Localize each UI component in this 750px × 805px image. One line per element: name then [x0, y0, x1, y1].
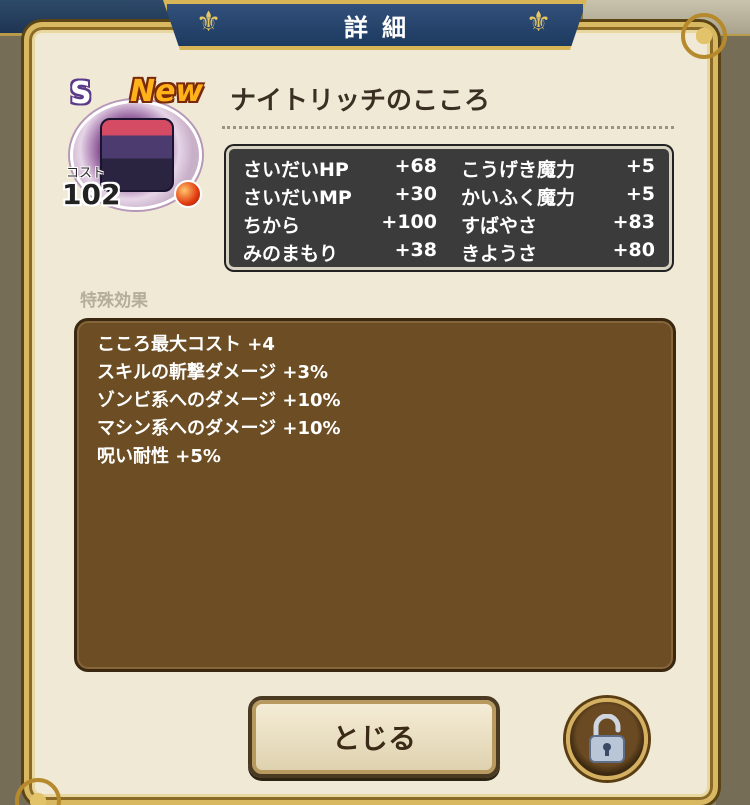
- dialog-title: 詳細: [344, 13, 420, 42]
- special-effects-title: 特殊効果: [80, 291, 148, 311]
- stats-row: さいだいHP +68 こうげき魔力 +5: [243, 154, 655, 182]
- stat-value: +5: [625, 182, 655, 205]
- effect-line: 呪い耐性 +5%: [97, 446, 221, 467]
- background-right: [716, 36, 750, 805]
- fleur-de-lis-icon: ⚜: [196, 5, 222, 38]
- rank-badge: S: [70, 76, 92, 111]
- special-effects-list[interactable]: こころ最大コスト +4 スキルの斬撃ダメージ +3% ゾンビ系へのダメージ +1…: [74, 318, 676, 672]
- cost-value: 102: [62, 178, 121, 211]
- effect-line: マシン系へのダメージ +10%: [97, 418, 341, 439]
- item-name: ナイトリッチのこころ: [230, 86, 491, 116]
- effect-line: こころ最大コスト +4: [97, 334, 275, 355]
- stat-label: すばやさ: [461, 214, 538, 237]
- dialog-title-plate: 詳細: [163, 0, 587, 50]
- stat-value: +80: [612, 238, 655, 261]
- stat-value: +38: [394, 238, 437, 261]
- close-button-label: とじる: [331, 722, 416, 755]
- stats-row: さいだいMP +30 かいふく魔力 +5: [243, 182, 655, 210]
- stat-label: みのまもり: [243, 242, 339, 265]
- stat-label: さいだいHP: [243, 158, 349, 181]
- stat-value: +83: [612, 210, 655, 233]
- stat-value: +68: [394, 154, 437, 177]
- close-button[interactable]: とじる: [248, 696, 500, 778]
- unlocked-padlock-icon: [589, 714, 625, 763]
- stat-label: ちから: [243, 214, 301, 237]
- divider: [222, 126, 674, 129]
- stat-value: +30: [394, 182, 437, 205]
- stat-label: こうげき魔力: [461, 158, 576, 181]
- stats-table: さいだいHP +68 こうげき魔力 +5 さいだいMP +30 かいふく魔力 +5 ちか…: [226, 146, 672, 270]
- color-gem-icon: [174, 180, 202, 208]
- new-badge: New: [130, 74, 204, 109]
- fleur-de-lis-icon: ⚜: [526, 5, 552, 38]
- effect-line: ゾンビ系へのダメージ +10%: [97, 390, 341, 411]
- lock-button[interactable]: [566, 698, 648, 780]
- effect-line: スキルの斬撃ダメージ +3%: [97, 362, 329, 383]
- stat-label: かいふく魔力: [461, 186, 576, 209]
- stat-label: さいだいMP: [243, 186, 352, 209]
- stat-value: +100: [381, 210, 437, 233]
- ornament-corner-icon: [681, 13, 727, 59]
- stat-label: きようさ: [461, 242, 538, 265]
- stats-row: みのまもり +38 きようさ +80: [243, 238, 655, 266]
- stat-value: +5: [625, 154, 655, 177]
- stats-row: ちから +100 すばやさ +83: [243, 210, 655, 238]
